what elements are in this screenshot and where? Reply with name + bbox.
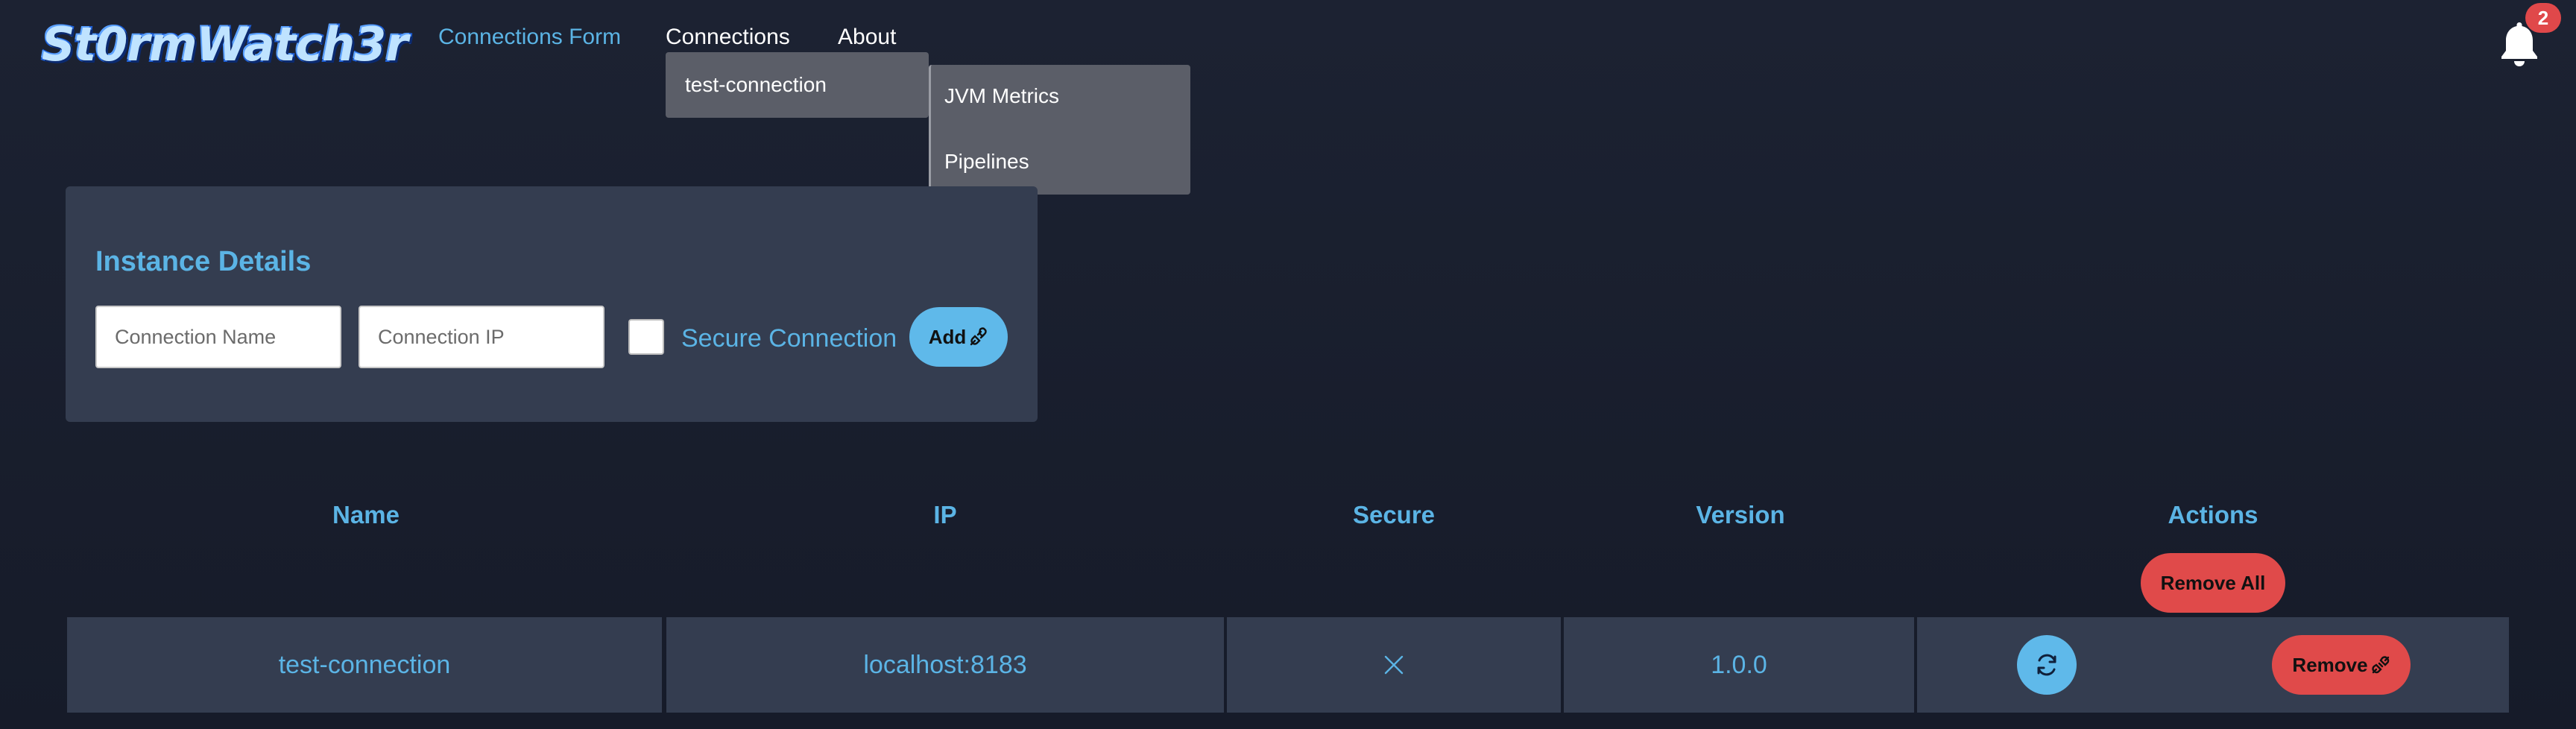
secure-connection-label: Secure Connection bbox=[681, 324, 897, 353]
app-logo[interactable]: St0rmWatch3r bbox=[40, 16, 410, 73]
cell-actions: Remove bbox=[1917, 617, 2509, 713]
connections-dropdown-item[interactable]: test-connection bbox=[666, 52, 929, 118]
instance-details-title: Instance Details bbox=[95, 246, 312, 277]
submenu-item-jvm-metrics[interactable]: JVM Metrics bbox=[944, 83, 1059, 110]
cell-secure bbox=[1227, 617, 1561, 713]
column-header-name: Name bbox=[332, 501, 400, 528]
column-header-ip: IP bbox=[933, 501, 957, 528]
cell-ip: localhost:8183 bbox=[666, 617, 1224, 713]
notification-count-badge: 2 bbox=[2525, 3, 2561, 33]
plug-icon bbox=[970, 327, 987, 346]
dropdown-item-label: test-connection bbox=[685, 73, 827, 96]
cell-name: test-connection bbox=[67, 617, 662, 713]
connection-submenu: JVM Metrics Pipelines bbox=[929, 65, 1190, 195]
nav-connections[interactable]: Connections bbox=[666, 22, 790, 52]
remove-connection-button[interactable]: Remove bbox=[2272, 635, 2411, 695]
remove-button-label: Remove bbox=[2292, 653, 2368, 676]
column-header-actions: Actions bbox=[2168, 501, 2258, 528]
nav-about[interactable]: About bbox=[838, 22, 896, 52]
refresh-icon bbox=[2037, 654, 2056, 676]
instance-details-card: Instance Details Secure Connection Add bbox=[66, 186, 1038, 422]
refresh-button[interactable] bbox=[2017, 635, 2077, 695]
cell-version: 1.0.0 bbox=[1564, 617, 1914, 713]
add-connection-button[interactable]: Add bbox=[909, 307, 1008, 367]
submenu-item-pipelines[interactable]: Pipelines bbox=[944, 148, 1029, 175]
connection-name-input[interactable] bbox=[95, 306, 341, 368]
add-button-label: Add bbox=[928, 325, 967, 348]
connection-ip-input[interactable] bbox=[359, 306, 604, 368]
table-row: test-connection localhost:8183 1.0.0 Rem… bbox=[67, 617, 2509, 713]
x-icon bbox=[1384, 655, 1404, 675]
column-header-version: Version bbox=[1696, 501, 1785, 528]
nav-connections-form[interactable]: Connections Form bbox=[438, 22, 621, 52]
column-header-secure: Secure bbox=[1352, 501, 1436, 528]
remove-all-button[interactable]: Remove All bbox=[2141, 553, 2285, 613]
secure-connection-checkbox[interactable] bbox=[628, 319, 664, 355]
unplug-icon bbox=[2371, 656, 2389, 674]
